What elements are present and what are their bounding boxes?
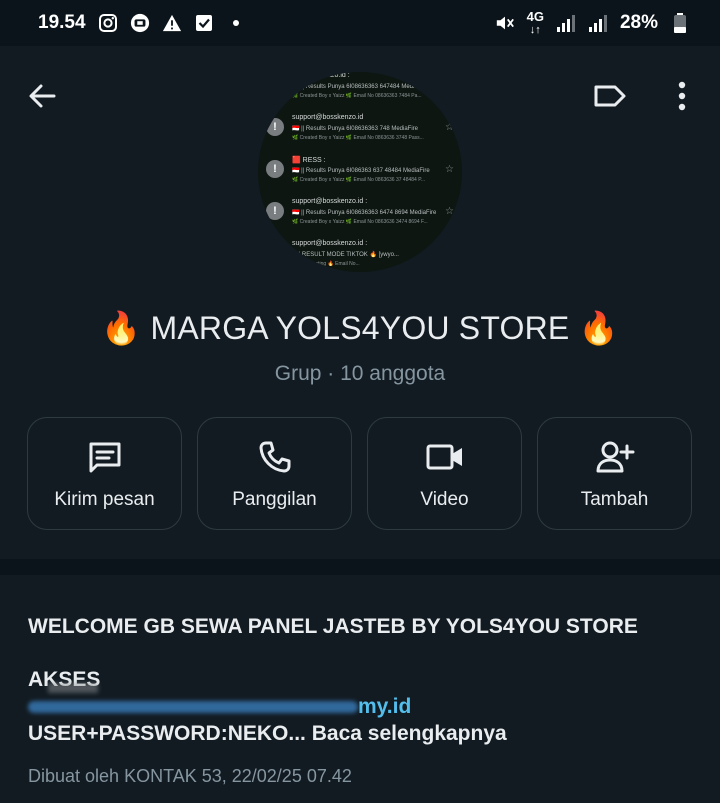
avatar-row: ! support@bosskenzo.id : 🇮🇩 || Results P… [258,196,462,232]
avatar-text: ...@bosskenzo.id : [292,72,350,79]
avatar-text: 🌿 Created Boy x Yaizz 🌿 Email No 0863636… [292,135,424,141]
avatar-text: support@bosskenzo.id : [292,240,368,247]
signal-icon [556,13,576,33]
video-call-label: Video [420,488,469,510]
video-call-button[interactable]: Video [367,417,522,530]
network-type: 4G ↓↑ [526,8,544,36]
description-credentials: USER+PASSWORD:NEKO... Baca selengkapnya [28,722,507,746]
label-icon [594,85,626,107]
add-member-label: Tambah [580,488,649,510]
avatar-text: 🟥 RESS : [292,157,326,164]
redacted-text [48,683,98,693]
add-member-button[interactable]: Tambah [537,417,692,530]
star-icon: ☆ [445,164,454,175]
phone-icon [258,437,292,477]
avatar-text: support@bosskenzo.id : [292,198,368,205]
avatar-text: ...!| RESULT MODE TIKTOK 🔥 [ywyo... [292,252,399,258]
avatar-row: ...@bosskenzo.id : 🇮🇩 || Results Punya 6… [258,72,462,106]
notification-app-icon [130,13,150,33]
avatar-row: ! support@bosskenzo.id 🇮🇩 || Results Pun… [258,112,462,148]
status-time: 19.54 [38,12,86,33]
alert-icon: ! [266,118,284,136]
send-message-label: Kirim pesan [54,488,155,510]
avatar-row: support@bosskenzo.id : ...!| RESULT MODE… [258,238,462,272]
alert-icon: ! [266,160,284,178]
task-check-icon [194,13,214,33]
credentials-text: USER+PASSWORD:NEKO... [28,722,306,745]
avatar-text: 🌿 Created Boy x Yaizz 🌿 Email No 0863636… [292,219,428,225]
created-by-info: Dibuat oleh KONTAK 53, 22/02/25 07.42 [28,766,352,786]
warning-icon [162,13,182,33]
signal-2-icon [588,13,608,33]
group-info-header: ...@bosskenzo.id : 🇮🇩 || Results Punya 6… [0,46,720,559]
group-avatar[interactable]: ...@bosskenzo.id : 🇮🇩 || Results Punya 6… [258,72,462,272]
more-vertical-icon [678,81,686,111]
alert-icon: ! [266,202,284,220]
group-description[interactable]: WELCOME GB SEWA PANEL JASTEB BY YOLS4YOU… [0,575,720,803]
more-options-button[interactable] [662,76,702,116]
read-more-link[interactable]: Baca selengkapnya [312,722,507,745]
group-member-count: Grup · 10 anggota [274,362,446,385]
avatar-text: 🌿 Created Boy x Yaizz 🌿 Email No 0863636… [292,93,422,99]
send-message-button[interactable]: Kirim pesan [27,417,182,530]
avatar-row: ! 🟥 RESS : 🇮🇩 || Results Punya 6I086363 … [258,154,462,190]
description-title: WELCOME GB SEWA PANEL JASTEB BY YOLS4YOU… [28,615,638,638]
avatar-text: 🇮🇩 || Results Punya 6I08636363 748 Media… [292,126,418,132]
avatar-text: 🇮🇩 || Results Punya 6I086363 637 48484 M… [292,168,430,174]
link-suffix[interactable]: my.id [358,695,411,719]
add-person-icon [595,437,635,477]
star-icon: ☆ [445,122,454,133]
video-camera-icon [426,437,464,477]
star-icon: ☆ [445,206,454,217]
more-notifications-dot-icon [226,13,246,33]
avatar-text: 🌿 Created Boy x Yaizz 🌿 Email No 0863636… [292,177,426,183]
group-name: 🔥 MARGA YOLS4YOU STORE 🔥 [101,310,619,346]
call-button[interactable]: Panggilan [197,417,352,530]
quick-actions: Kirim pesan Panggilan Video Tambah [27,417,693,530]
back-button[interactable] [22,76,62,116]
arrow-left-icon [29,84,56,108]
battery-percent: 28% [619,12,658,33]
avatar-text: support@bosskenzo.id [292,114,364,121]
status-bar: 19.54 4G ↓↑ 28% [0,0,720,46]
avatar-text: ...Nasa Hosting 🔥 Email No... [292,261,360,267]
avatar-text: 🇮🇩 || Results Punya 6I08636363 647484 Me… [292,84,429,90]
redacted-link [28,701,358,713]
label-button[interactable] [590,76,630,116]
battery-icon [670,13,690,33]
description-link[interactable]: my.id [28,683,428,721]
avatar-text: 🇮🇩 || Results Punya 6I08636363 6474 8694… [292,210,437,216]
call-label: Panggilan [232,488,317,510]
mute-icon [495,13,515,33]
message-icon [87,437,123,477]
instagram-icon [98,13,118,33]
